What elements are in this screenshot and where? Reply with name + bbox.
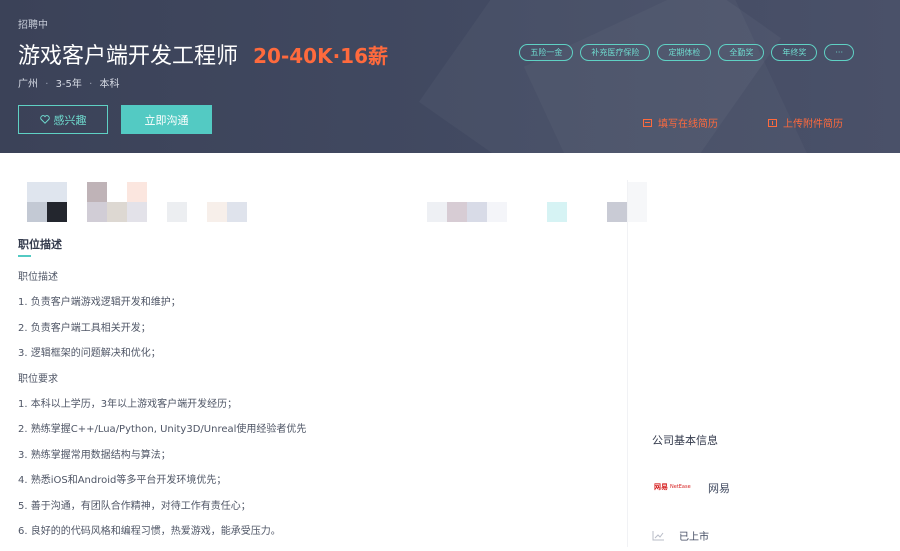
interest-button[interactable]: 感兴趣	[18, 105, 108, 134]
blurred-block	[27, 182, 67, 202]
meta-separator: ·	[89, 79, 93, 90]
job-experience: 3-5年	[55, 79, 82, 90]
job-meta: 广州 · 3-5年 · 本科	[18, 75, 119, 90]
blurred-block	[107, 202, 127, 222]
blurred-block	[547, 202, 567, 222]
section-underline	[18, 255, 31, 257]
job-degree: 本科	[99, 79, 120, 90]
benefit-tag: 全勤奖	[718, 44, 765, 61]
description-line: 6. 良好的的代码风格和编程习惯，热爱游戏，能承受压力。	[18, 525, 281, 537]
blurred-block	[447, 202, 467, 222]
interest-button-label: 感兴趣	[53, 113, 87, 127]
company-logo[interactable]: 网易 NetEase	[654, 481, 696, 493]
description-line: 5. 善于沟通，有团队合作精神，对待工作有责任心；	[18, 500, 251, 512]
description-line: 职位描述	[18, 272, 58, 283]
blurred-block	[127, 182, 147, 202]
blurred-block	[607, 202, 627, 222]
attach-resume-label: 上传附件简历	[783, 119, 843, 130]
company-logo-en: NetEase	[670, 484, 691, 490]
blurred-block	[167, 202, 187, 222]
description-line: 2. 负责客户端工具相关开发；	[18, 322, 151, 334]
section-title-job-description: 职位描述	[18, 238, 62, 251]
benefit-tag: 年终奖	[771, 44, 818, 61]
chat-now-button-label: 立即沟通	[144, 113, 189, 127]
benefit-tag: 补充医疗保险	[580, 44, 651, 61]
blurred-block	[207, 202, 227, 222]
blurred-block	[87, 202, 107, 222]
listed-status: 已上市	[679, 532, 709, 543]
blurred-block	[227, 202, 247, 222]
company-listed-row: 已上市	[652, 528, 709, 543]
online-resume-link[interactable]: 填写在线简历	[643, 115, 718, 130]
recruiting-status: 招聘中	[18, 20, 48, 31]
blurred-block	[427, 202, 447, 222]
description-line: 4. 熟悉iOS和Android等多平台开发环境优先；	[18, 475, 227, 487]
benefit-tags: 五险一金 补充医疗保险 定期体检 全勤奖 年终奖 ···	[519, 44, 854, 61]
benefit-tag: 定期体检	[657, 44, 712, 61]
resume-form-icon	[643, 118, 652, 127]
blurred-block	[627, 182, 647, 222]
blurred-block	[467, 202, 487, 222]
salary: 20-40K·16薪	[253, 43, 389, 68]
job-description: 职位描述 1. 负责客户端游戏逻辑开发和维护； 2. 负责客户端工具相关开发； …	[18, 272, 618, 551]
company-info-heading: 公司基本信息	[652, 434, 718, 447]
job-city: 广州	[18, 79, 38, 90]
job-header-banner: 招聘中 游戏客户端开发工程师 20-40K·16薪 广州 · 3-5年 · 本科…	[0, 0, 900, 153]
sidebar-divider	[627, 180, 628, 547]
blurred-block	[487, 202, 507, 222]
blurred-block	[27, 202, 47, 222]
heart-icon	[39, 115, 50, 124]
blurred-block	[127, 202, 147, 222]
description-line: 1. 负责客户端游戏逻辑开发和维护；	[18, 297, 181, 309]
upload-icon	[768, 118, 777, 127]
online-resume-label: 填写在线简历	[658, 119, 718, 130]
description-line: 职位要求	[18, 373, 58, 385]
company-logo-cn: 网易	[654, 483, 668, 491]
blurred-block	[87, 182, 107, 202]
more-tags-button[interactable]: ···	[824, 44, 854, 61]
description-line: 2. 熟练掌握C++/Lua/Python, Unity3D/Unreal使用经…	[18, 424, 307, 436]
chart-icon	[652, 531, 664, 541]
title-row: 游戏客户端开发工程师 20-40K·16薪	[18, 38, 388, 70]
company-name[interactable]: 网易	[708, 480, 730, 496]
attach-resume-link[interactable]: 上传附件简历	[768, 115, 843, 130]
description-line: 3. 逻辑框架的问题解决和优化；	[18, 348, 161, 360]
meta-separator: ·	[45, 79, 49, 90]
benefit-tag: 五险一金	[519, 44, 574, 61]
chat-now-button[interactable]: 立即沟通	[121, 105, 212, 134]
description-line: 3. 熟练掌握常用数据结构与算法；	[18, 449, 171, 461]
blurred-block	[47, 202, 67, 222]
job-title: 游戏客户端开发工程师	[18, 44, 239, 69]
description-line: 1. 本科以上学历，3年以上游戏客户端开发经历；	[18, 398, 238, 410]
